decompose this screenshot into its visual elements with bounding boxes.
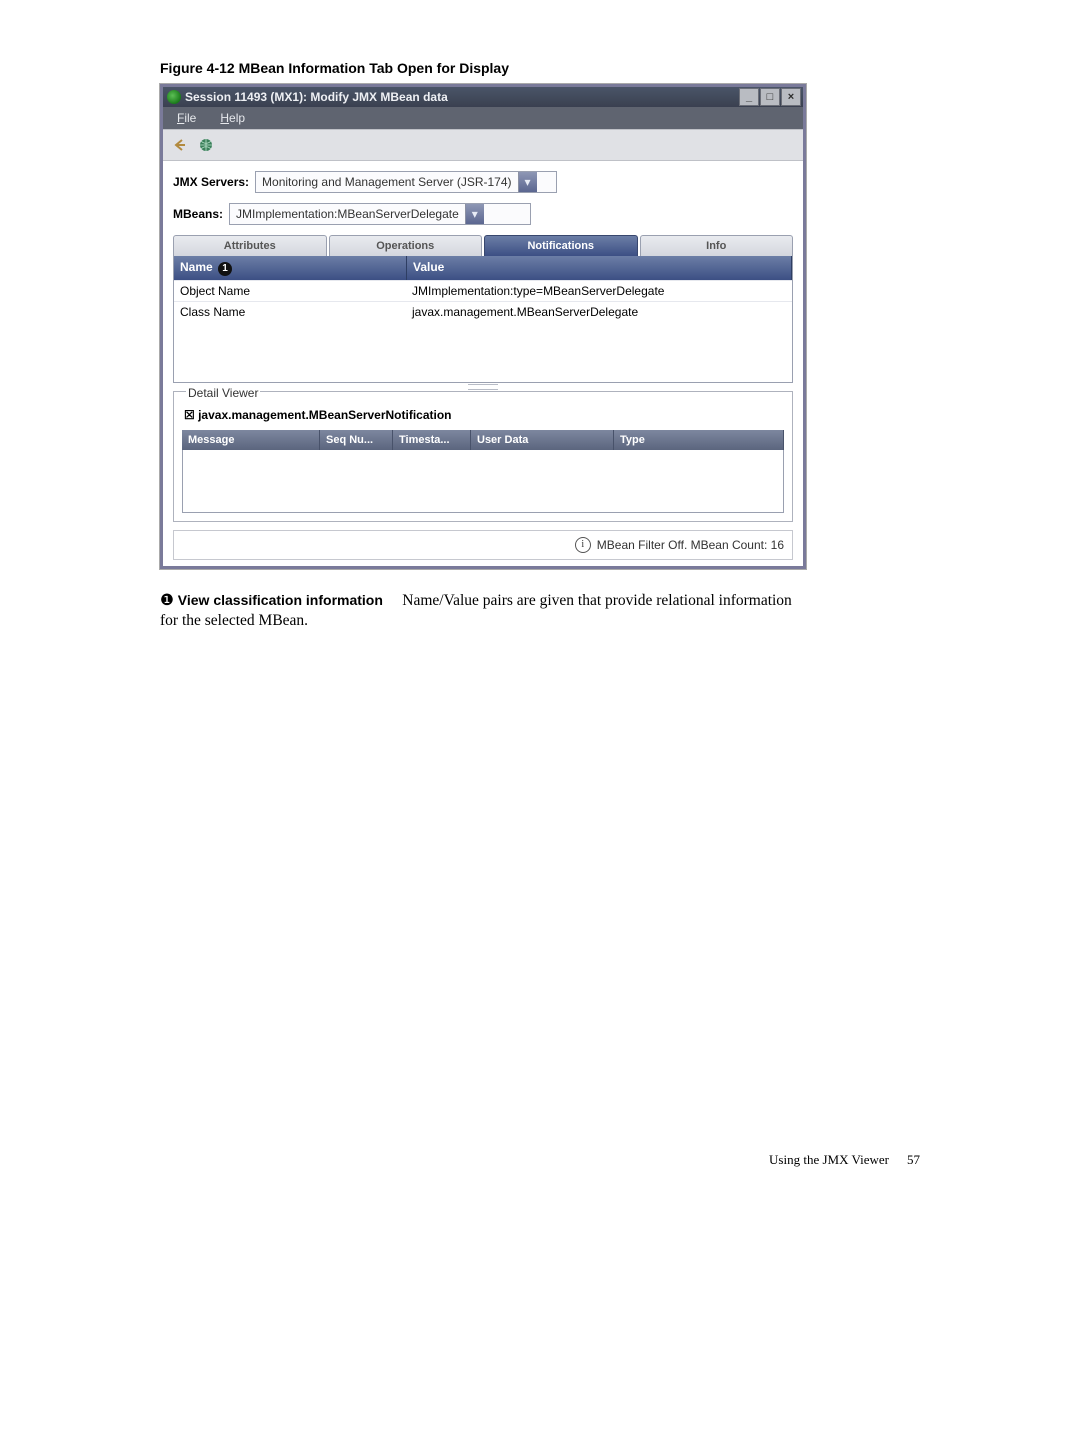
cell-value: javax.management.MBeanServerDelegate: [406, 302, 792, 322]
app-window: Session 11493 (MX1): Modify JMX MBean da…: [160, 84, 806, 569]
tab-info[interactable]: Info: [640, 235, 794, 256]
detail-legend: Detail Viewer: [186, 386, 260, 400]
info-grid: Name 1 Value Object Name JMImplementatio…: [173, 256, 793, 383]
detail-grid-body: [182, 450, 784, 513]
menu-help[interactable]: Help: [220, 111, 245, 125]
body-paragraph: ❶ View classification information Name/V…: [160, 591, 930, 633]
tab-operations[interactable]: Operations: [329, 235, 483, 256]
maximize-button[interactable]: □: [760, 88, 780, 106]
app-icon: [167, 90, 181, 104]
globe-icon[interactable]: [197, 136, 215, 154]
col-name-header[interactable]: Name 1: [174, 256, 407, 280]
jmx-servers-value: Monitoring and Management Server (JSR-17…: [256, 175, 517, 189]
footer-text: Using the JMX Viewer: [769, 1152, 889, 1168]
close-button[interactable]: ×: [781, 88, 801, 106]
col-value-header[interactable]: Value: [407, 256, 792, 280]
col-message[interactable]: Message: [182, 430, 320, 450]
tab-attributes[interactable]: Attributes: [173, 235, 327, 256]
titlebar: Session 11493 (MX1): Modify JMX MBean da…: [163, 87, 803, 107]
statusbar: i MBean Filter Off. MBean Count: 16: [173, 530, 793, 560]
tabs: Attributes Operations Notifications Info: [173, 235, 793, 256]
body-rest2: for the selected MBean.: [160, 612, 308, 629]
window-title: Session 11493 (MX1): Modify JMX MBean da…: [185, 90, 448, 104]
col-seq[interactable]: Seq Nu...: [320, 430, 393, 450]
menubar: File Help: [163, 107, 803, 129]
cell-name: Class Name: [174, 302, 406, 322]
splitter-handle[interactable]: [173, 383, 793, 391]
mbeans-label: MBeans:: [173, 207, 223, 221]
col-timestamp[interactable]: Timesta...: [393, 430, 471, 450]
status-text: MBean Filter Off. MBean Count: 16: [597, 538, 784, 552]
minimize-button[interactable]: _: [739, 88, 759, 106]
body-lead: View classification information: [178, 592, 383, 608]
toolbar: [163, 129, 803, 161]
info-icon: i: [575, 537, 591, 553]
col-userdata[interactable]: User Data: [471, 430, 614, 450]
table-row[interactable]: Object Name JMImplementation:type=MBeanS…: [174, 280, 792, 301]
cell-value: JMImplementation:type=MBeanServerDelegat…: [406, 281, 792, 301]
footer-page: 57: [907, 1152, 920, 1168]
mbeans-select[interactable]: JMImplementation:MBeanServerDelegate ▾: [229, 203, 531, 225]
jmx-servers-label: JMX Servers:: [173, 175, 249, 189]
page-footer: Using the JMX Viewer 57: [160, 1152, 920, 1168]
table-row[interactable]: Class Name javax.management.MBeanServerD…: [174, 301, 792, 322]
mbeans-value: JMImplementation:MBeanServerDelegate: [230, 207, 465, 221]
menu-file[interactable]: File: [177, 111, 196, 125]
jmx-servers-select[interactable]: Monitoring and Management Server (JSR-17…: [255, 171, 557, 193]
chevron-down-icon[interactable]: ▾: [465, 204, 484, 224]
tab-notifications[interactable]: Notifications: [484, 235, 638, 256]
detail-viewer: Detail Viewer ☒ javax.management.MBeanSe…: [173, 391, 793, 522]
body-rest: Name/Value pairs are given that provide …: [402, 592, 792, 609]
callout-bullet: ❶: [160, 592, 174, 609]
chevron-down-icon[interactable]: ▾: [518, 172, 537, 192]
cell-name: Object Name: [174, 281, 406, 301]
figure-caption: Figure 4-12 MBean Information Tab Open f…: [160, 60, 920, 76]
detail-grid-header: Message Seq Nu... Timesta... User Data T…: [182, 430, 784, 450]
col-type[interactable]: Type: [614, 430, 784, 450]
back-icon[interactable]: [171, 136, 189, 154]
detail-title: ☒ javax.management.MBeanServerNotificati…: [184, 408, 784, 422]
callout-1-icon: 1: [218, 262, 232, 276]
